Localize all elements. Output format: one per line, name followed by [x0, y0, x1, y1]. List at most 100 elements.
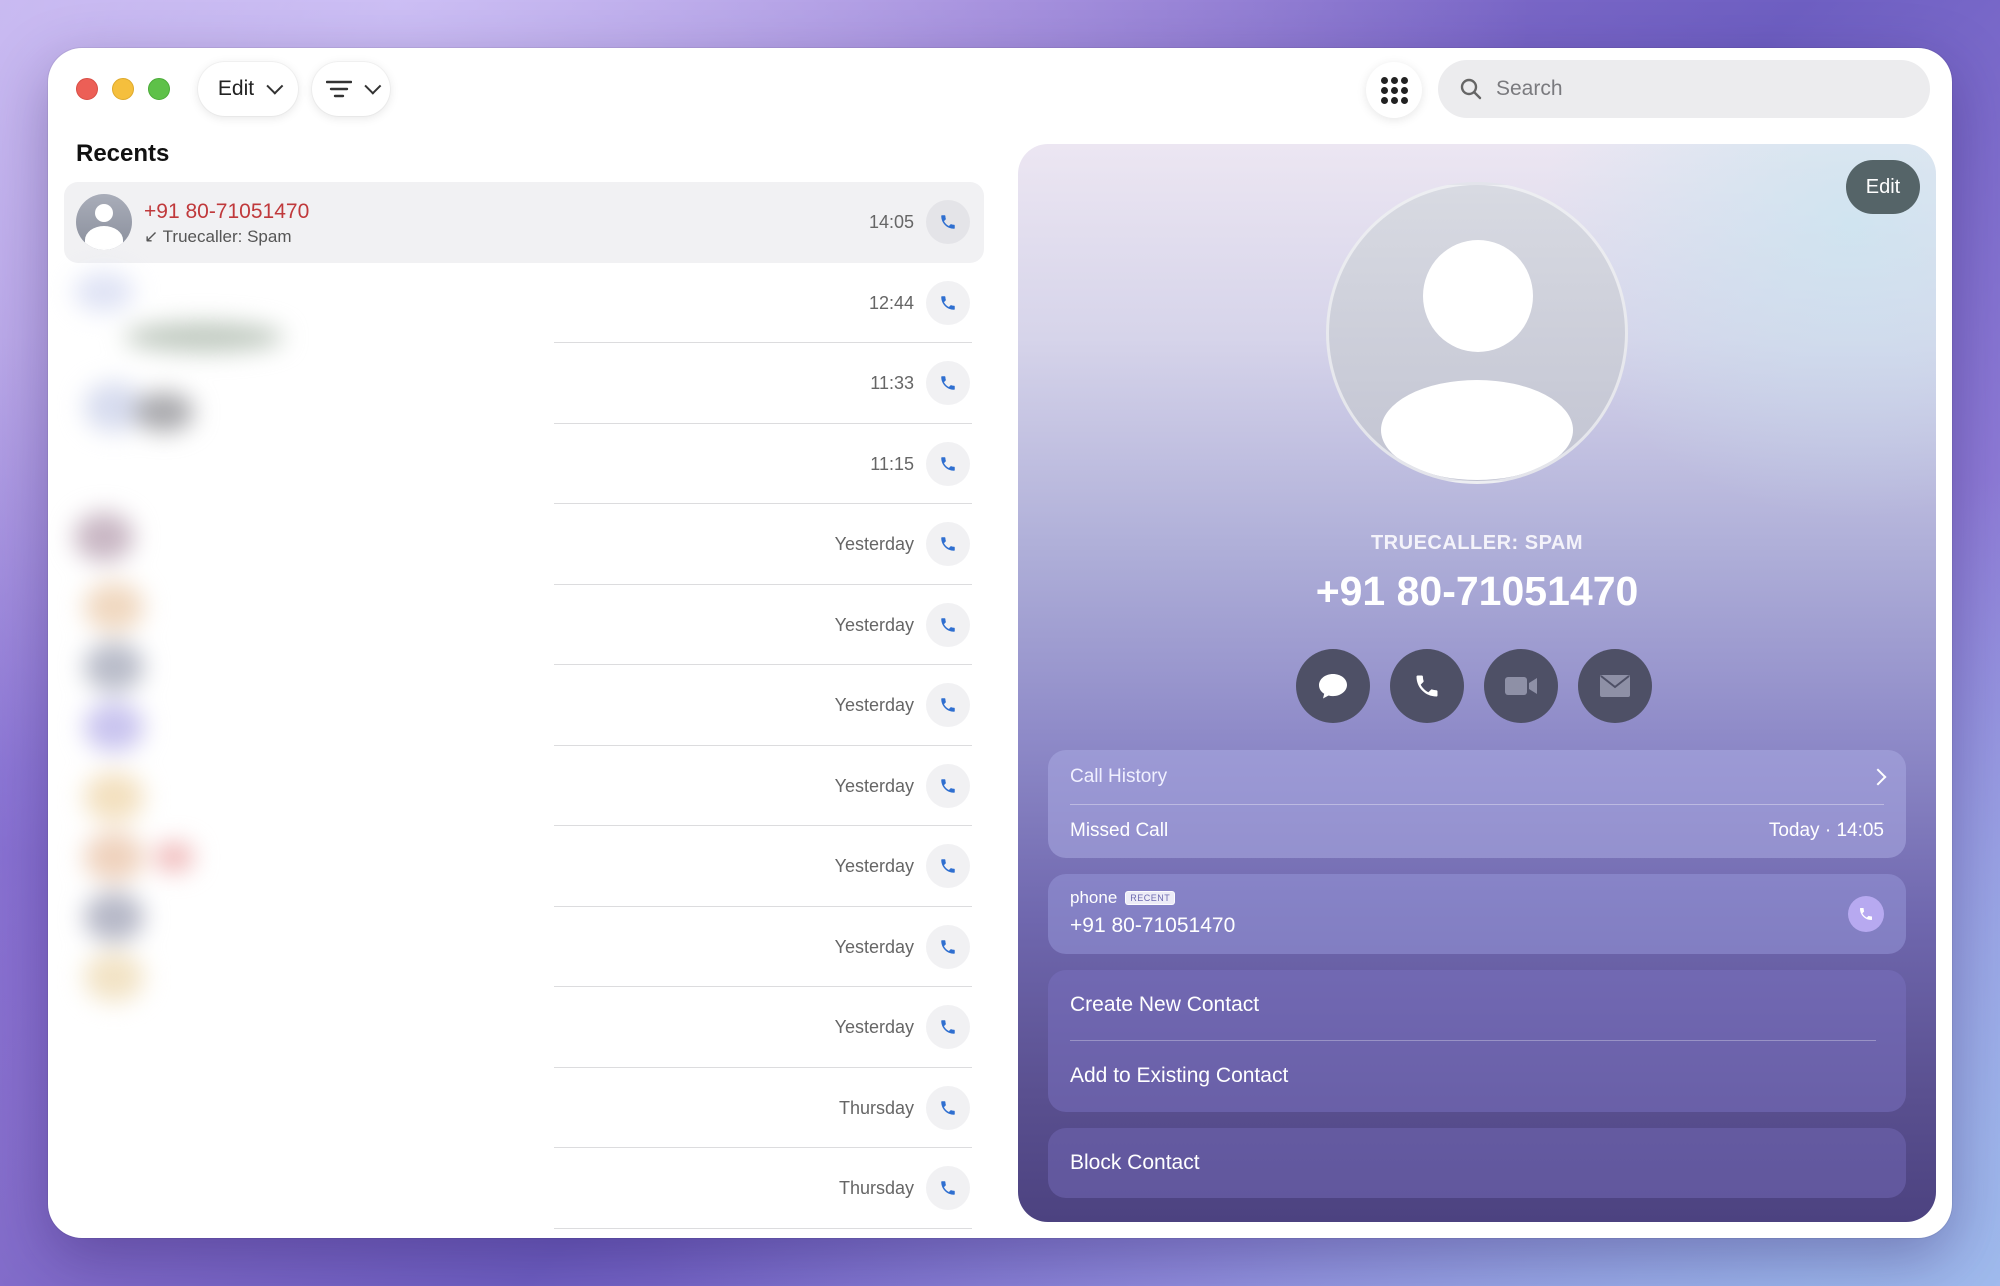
row-divider	[554, 1227, 972, 1229]
call-time: Yesterday	[834, 856, 914, 876]
phone-icon	[941, 215, 955, 229]
call-time: Yesterday	[834, 936, 914, 957]
call-time: Thursday	[838, 1097, 914, 1118]
phone-icon	[941, 295, 955, 310]
phone-label: phone	[1070, 888, 1118, 907]
chevron-right-icon	[1869, 768, 1887, 786]
search-icon	[1460, 78, 1482, 100]
recent-call-row[interactable]: 12:44	[64, 263, 984, 343]
call-back-button[interactable]	[926, 763, 970, 808]
phone-icon	[941, 939, 955, 954]
phone-icon	[941, 617, 955, 632]
call-back-button[interactable]	[926, 1005, 970, 1049]
recent-call-row[interactable]: Yesterday	[64, 907, 984, 987]
phone-icon	[941, 537, 955, 551]
phone-call-button[interactable]	[1848, 896, 1884, 932]
recent-call-row-selected[interactable]: +91 80-71051470 ↙ Truecaller: Spam 14:05	[64, 182, 984, 263]
create-new-contact-button[interactable]: Create New Contact	[1070, 970, 1884, 1040]
recent-call-row[interactable]: Yesterday	[64, 746, 984, 826]
call-time: Yesterday	[834, 775, 914, 796]
call-back-button[interactable]	[926, 361, 970, 405]
contact-options-card: Create New Contact Add to Existing Conta…	[1048, 970, 1906, 1112]
call-entry-time: Today · 14:05	[1768, 820, 1884, 841]
window-controls	[76, 78, 170, 100]
message-icon	[1319, 674, 1347, 699]
zoom-window-button[interactable]	[148, 78, 170, 100]
recent-call-row[interactable]: 11:33	[64, 343, 984, 424]
edit-menu-button[interactable]: Edit	[198, 62, 298, 116]
call-time: Thursday	[838, 1178, 914, 1198]
recent-call-row[interactable]: Yesterday	[64, 504, 984, 585]
incoming-arrow-icon: ↙	[144, 227, 159, 246]
call-entry-type: Missed Call	[1070, 820, 1169, 841]
edit-label: Edit	[217, 77, 255, 100]
call-history-title: Call History	[1070, 766, 1168, 787]
phone-number-value: +91 80-71051470	[1070, 914, 1236, 937]
contact-actions	[1296, 649, 1652, 723]
filter-lines-icon	[326, 80, 352, 98]
message-button[interactable]	[1296, 649, 1370, 723]
close-window-button[interactable]	[76, 78, 98, 100]
contact-edit-button[interactable]: Edit	[1846, 160, 1920, 214]
call-back-button[interactable]	[926, 1166, 970, 1210]
recent-call-row[interactable]: Thursday	[64, 1068, 984, 1148]
call-back-button[interactable]	[926, 200, 970, 244]
phone-icon	[941, 1020, 955, 1034]
call-time: Yesterday	[834, 1017, 914, 1037]
phone-icon	[941, 1100, 955, 1115]
call-back-button[interactable]	[926, 522, 970, 566]
contact-detail-panel: Edit TRUECALLER: SPAM +91 80-71051470 Ca…	[1018, 144, 1936, 1222]
recent-call-row[interactable]: Yesterday	[64, 987, 984, 1068]
video-icon	[1505, 677, 1537, 695]
phone-icon	[941, 376, 955, 390]
call-time: 12:44	[868, 292, 914, 313]
block-contact-card: Block Contact	[1048, 1128, 1906, 1198]
recents-heading: Recents	[76, 140, 170, 167]
call-back-button[interactable]	[926, 441, 970, 486]
call-back-button[interactable]	[926, 683, 970, 727]
call-button[interactable]	[1390, 649, 1464, 723]
contact-number: +91 80-71051470	[1315, 568, 1639, 614]
caller-number: +91 80-71051470	[144, 200, 310, 223]
add-to-existing-contact-button[interactable]: Add to Existing Contact	[1070, 1041, 1884, 1111]
phone-icon	[941, 778, 955, 793]
contact-avatar	[1326, 182, 1628, 484]
minimize-window-button[interactable]	[112, 78, 134, 100]
filter-menu-button[interactable]	[312, 62, 390, 116]
call-history-card: Call History Missed Call Today · 14:05	[1048, 750, 1906, 858]
mail-icon	[1600, 675, 1630, 697]
call-time: 11:33	[870, 373, 914, 393]
caller-subtitle: ↙ Truecaller: Spam	[144, 227, 291, 247]
recent-call-row[interactable]: Yesterday	[64, 826, 984, 907]
search-field[interactable]	[1438, 60, 1930, 118]
phone-icon	[1416, 675, 1438, 697]
phone-number-card[interactable]: phone RECENT +91 80-71051470	[1048, 874, 1906, 954]
call-back-button[interactable]	[926, 602, 970, 647]
search-input[interactable]	[1496, 77, 1896, 101]
call-back-button[interactable]	[926, 844, 970, 888]
keypad-button[interactable]	[1366, 62, 1422, 118]
video-button[interactable]	[1484, 649, 1558, 723]
call-back-button[interactable]	[926, 1085, 970, 1130]
phone-icon	[941, 859, 955, 873]
avatar	[76, 194, 132, 250]
call-time: Yesterday	[834, 695, 914, 715]
call-history-link[interactable]: Call History	[1070, 750, 1887, 804]
phone-app-window: Edit Recents +91 80-71051470 ↙ Truecalle…	[48, 48, 1952, 1238]
block-contact-button[interactable]: Block Contact	[1070, 1128, 1200, 1198]
phone-icon	[941, 1181, 955, 1195]
recent-call-row[interactable]: Yesterday	[64, 585, 984, 665]
mail-button[interactable]	[1578, 649, 1652, 723]
chevron-down-icon	[266, 77, 284, 95]
chevron-down-icon	[364, 77, 382, 95]
caller-label: Truecaller: Spam	[162, 227, 292, 246]
recent-call-row[interactable]: 11:15	[64, 424, 984, 504]
recent-call-row[interactable]: Yesterday	[64, 665, 984, 746]
call-back-button[interactable]	[926, 924, 970, 969]
recent-call-row[interactable]: Thursday	[64, 1148, 984, 1229]
call-time: Yesterday	[834, 534, 914, 554]
phone-label-row: phone RECENT	[1070, 888, 1176, 908]
call-back-button[interactable]	[926, 280, 970, 325]
call-time: 14:05	[868, 212, 914, 232]
call-time: Yesterday	[834, 614, 914, 635]
